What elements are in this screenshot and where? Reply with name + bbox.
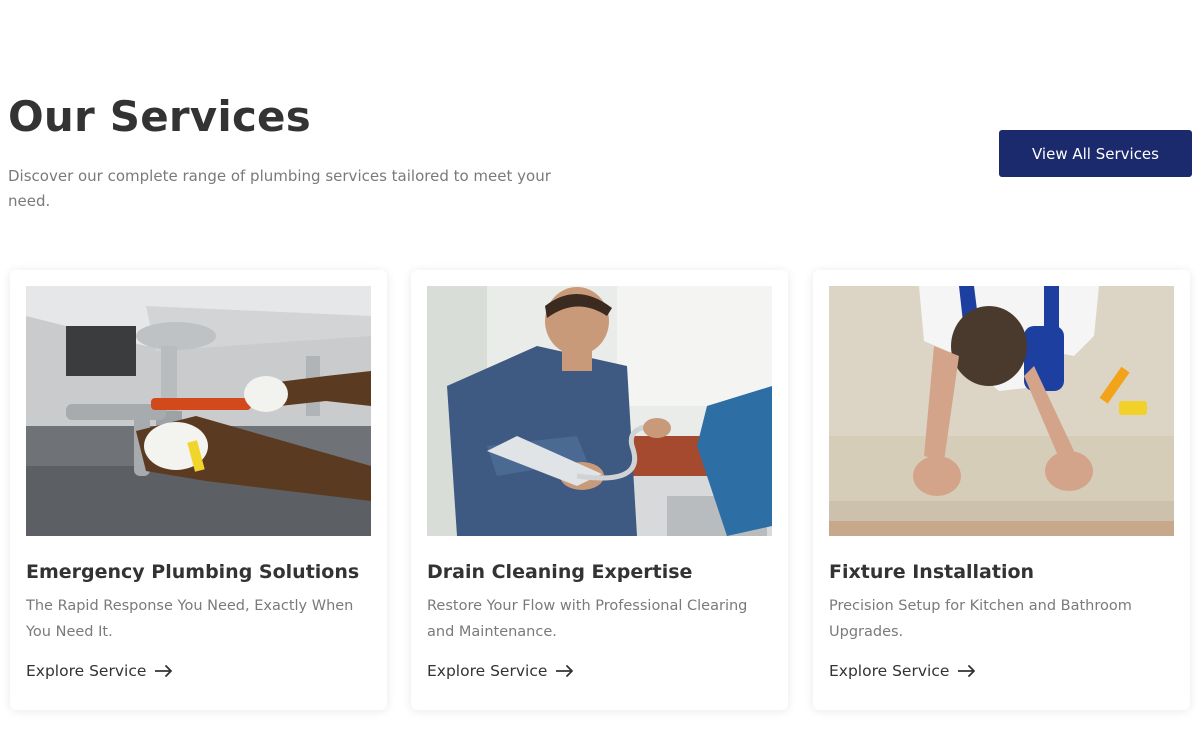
service-card-fixture-installation: Fixture Installation Precision Setup for… [813,270,1190,710]
service-title: Drain Cleaning Expertise [427,561,693,583]
explore-service-label: Explore Service [829,662,950,680]
arrow-right-icon [958,665,976,677]
explore-service-link[interactable]: Explore Service [427,662,574,680]
explore-service-link[interactable]: Explore Service [829,662,976,680]
plumber-fixing-sink-image [26,286,371,536]
service-card-drain-cleaning: Drain Cleaning Expertise Restore Your Fl… [411,270,788,710]
service-description: Restore Your Flow with Professional Clea… [427,598,748,640]
section-title: Our Services [8,92,311,141]
arrow-right-icon [556,665,574,677]
service-description: Precision Setup for Kitchen and Bathroom… [829,598,1132,640]
service-description: The Rapid Response You Need, Exactly Whe… [26,598,354,640]
service-title: Emergency Plumbing Solutions [26,561,360,583]
service-card-emergency-plumbing: Emergency Plumbing Solutions The Rapid R… [10,270,387,710]
explore-service-label: Explore Service [427,662,548,680]
view-all-services-button[interactable]: View All Services [999,130,1192,177]
arrow-right-icon [155,665,173,677]
explore-service-link[interactable]: Explore Service [26,662,173,680]
section-subtitle: Discover our complete range of plumbing … [8,167,551,210]
worker-installing-carpet-image [829,286,1174,536]
explore-service-label: Explore Service [26,662,147,680]
plumber-holding-faucet-image [427,286,772,536]
service-title: Fixture Installation [829,561,1035,583]
